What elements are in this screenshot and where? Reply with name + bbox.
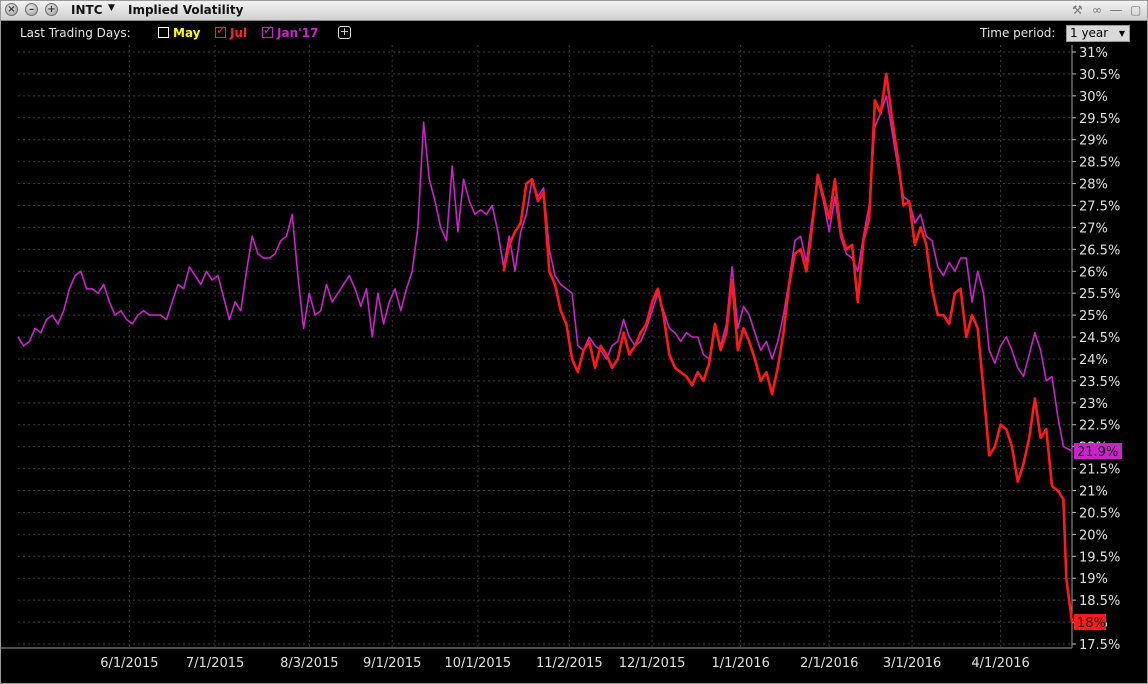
y-tick-label: 30% [1079, 90, 1108, 105]
y-tick-label: 25.5% [1079, 287, 1120, 302]
y-tick-label: 23% [1079, 397, 1108, 412]
expand-icon[interactable]: ▢ [1130, 3, 1141, 17]
series-line-jul [502, 72, 1074, 623]
volatility-chart: 31% 30.5% 30% 29.5% 29% 28.5% 28% 27.5% 27% 26.5%… [0, 45, 1122, 671]
x-tick-label: 9/1/2015 [363, 656, 421, 671]
y-tick-label: 22.5% [1079, 419, 1120, 434]
y-tick-label: 28.5% [1079, 156, 1120, 171]
x-tick-label: 11/2/2015 [536, 656, 603, 671]
y-tick-label: 21% [1079, 485, 1108, 500]
window-title: Implied Volatility [128, 3, 244, 17]
jul-checkbox[interactable]: ✓ [215, 24, 226, 38]
may-checkbox[interactable] [158, 27, 169, 38]
x-tick-label: 6/1/2015 [100, 656, 158, 671]
last-value-label: 18% [1077, 616, 1106, 631]
y-tick-label: 19% [1079, 572, 1108, 587]
y-tick-label: 24.5% [1079, 331, 1120, 346]
pin-icon[interactable]: ― [1110, 3, 1122, 17]
jan17-checkbox[interactable]: ✓ [262, 24, 273, 38]
implied-volatility-window: × – + INTC ▼ Implied Volatility ⚒ ∞ ― ▢ … [0, 0, 1148, 684]
jan17-option-label[interactable]: Jan'17 [277, 26, 318, 40]
time-period-value: 1 year [1070, 26, 1109, 40]
x-tick-label: 10/1/2015 [445, 656, 512, 671]
toolbar: Last Trading Days: May ✓ Jul ✓ Jan'17 + … [0, 21, 1148, 45]
y-tick-label: 28% [1079, 178, 1108, 193]
y-tick-label: 18.5% [1079, 594, 1120, 609]
y-tick-label: 20.5% [1079, 506, 1120, 521]
link-icon[interactable]: ∞ [1092, 3, 1102, 17]
time-period-label: Time period: [980, 26, 1056, 40]
jul-option-label[interactable]: Jul [230, 26, 247, 40]
wrench-icon[interactable]: ⚒ [1072, 3, 1083, 17]
y-tick-label: 19.5% [1079, 550, 1120, 565]
y-tick-label: 26.5% [1079, 243, 1120, 258]
x-tick-label: 8/3/2015 [280, 656, 338, 671]
y-tick-label: 31% [1079, 46, 1108, 61]
y-tick-label: 24% [1079, 353, 1108, 368]
y-tick-label: 17.5% [1079, 638, 1120, 653]
x-tick-label: 3/1/2016 [883, 656, 941, 671]
last-value-label: 21.9% [1077, 445, 1118, 460]
x-tick-label: 7/1/2015 [186, 656, 244, 671]
x-tick-label: 1/1/2016 [711, 656, 769, 671]
y-tick-label: 21.5% [1079, 463, 1120, 478]
y-tick-label: 29.5% [1079, 112, 1120, 127]
y-tick-label: 25% [1079, 309, 1108, 324]
last-trading-days-label: Last Trading Days: [20, 26, 131, 40]
series-line-jan17 [17, 95, 1073, 452]
chevron-down-icon[interactable]: ▼ [108, 3, 115, 13]
y-tick-label: 27.5% [1079, 199, 1120, 214]
may-option-label[interactable]: May [173, 26, 201, 40]
title-bar: × – + INTC ▼ Implied Volatility ⚒ ∞ ― ▢ [0, 0, 1148, 21]
y-tick-label: 29% [1079, 134, 1108, 149]
y-axis: 31% 30.5% 30% 29.5% 29% 28.5% 28% 27.5% 27% 26.5%… [1071, 45, 1120, 653]
series-lines [17, 72, 1074, 623]
y-tick-label: 23.5% [1079, 375, 1120, 390]
x-tick-label: 4/1/2016 [971, 656, 1029, 671]
x-axis: 6/1/2015 7/1/2015 8/3/2015 9/1/2015 10/1/201… [0, 647, 1072, 671]
restore-icon[interactable]: + [45, 3, 58, 16]
y-tick-label: 30.5% [1079, 68, 1120, 83]
minimize-icon[interactable]: – [25, 3, 38, 16]
y-tick-label: 27% [1079, 221, 1108, 236]
y-tick-label: 20% [1079, 528, 1108, 543]
close-icon[interactable]: × [5, 3, 18, 16]
symbol-selector[interactable]: INTC [71, 3, 103, 17]
y-tick-label: 26% [1079, 265, 1108, 280]
add-expiry-button[interactable]: + [338, 26, 351, 39]
time-period-select[interactable]: 1 year ▼ [1066, 25, 1130, 42]
x-tick-label: 2/1/2016 [800, 656, 858, 671]
chart-grid [18, 45, 1072, 648]
x-tick-label: 12/1/2015 [619, 656, 686, 671]
chevron-down-icon: ▼ [1118, 29, 1125, 38]
